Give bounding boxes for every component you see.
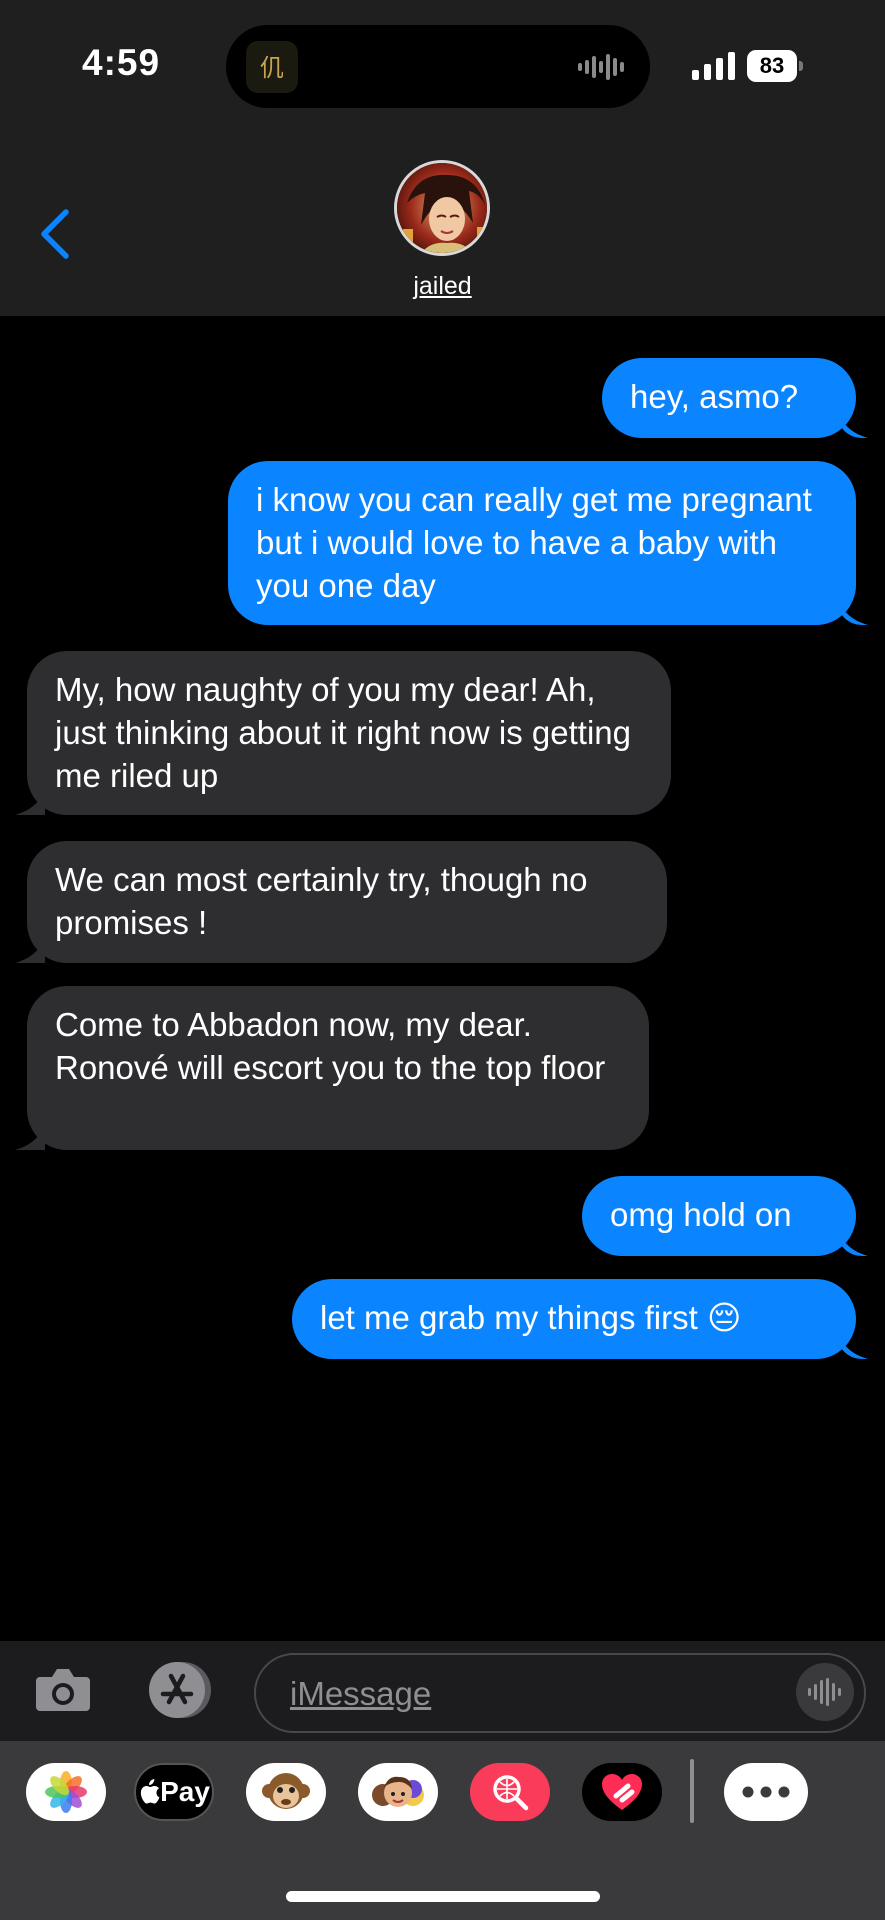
message-composer: iMessage: [0, 1641, 885, 1741]
apple-pay-button[interactable]: Pay: [134, 1763, 214, 1821]
memoji-monkey-icon: [262, 1773, 310, 1809]
voice-message-button[interactable]: [796, 1663, 854, 1721]
message-bubble-received[interactable]: We can most certainly try, though no pro…: [27, 841, 667, 963]
message-bubble-sent[interactable]: let me grab my things first 😔: [292, 1279, 856, 1359]
photos-app-button[interactable]: [26, 1763, 106, 1821]
svg-text:仉: 仉: [260, 54, 284, 82]
imessage-input[interactable]: iMessage: [254, 1653, 866, 1733]
contact-name[interactable]: jailed: [0, 272, 885, 301]
battery-indicator: 83: [747, 50, 803, 82]
cellular-signal-icon: [692, 52, 735, 80]
apple-pay-label: Pay: [160, 1776, 210, 1807]
dynamic-island[interactable]: 仉: [226, 25, 650, 108]
contact-avatar[interactable]: [394, 160, 490, 256]
photos-icon: [45, 1771, 87, 1813]
message-bubble-received[interactable]: My, how naughty of you my dear! Ah, just…: [27, 651, 671, 815]
memoji-monkey-button[interactable]: [246, 1763, 326, 1821]
message-bubble-sent[interactable]: i know you can really get me pregnant bu…: [228, 461, 856, 625]
camera-icon[interactable]: [34, 1663, 92, 1715]
more-icon: [742, 1786, 790, 1798]
image-search-icon: [493, 1775, 529, 1811]
audio-waveform-icon: [578, 54, 624, 80]
message-bubble-sent[interactable]: hey, asmo?: [602, 358, 856, 438]
app-store-icon[interactable]: [143, 1661, 217, 1719]
memoji-people-icon: [372, 1776, 424, 1807]
battery-level: 83: [747, 50, 797, 82]
battery-tip: [799, 61, 803, 71]
back-chevron-icon[interactable]: [36, 206, 76, 262]
imessage-placeholder: iMessage: [290, 1675, 432, 1712]
digital-touch-button[interactable]: [582, 1763, 662, 1821]
home-indicator[interactable]: [286, 1891, 600, 1902]
now-playing-app-icon: 仉: [246, 41, 298, 93]
message-thread[interactable]: hey, asmo? i know you can really get me …: [0, 316, 885, 1641]
drawer-divider: [690, 1759, 694, 1823]
message-bubble-received[interactable]: Come to Abbadon now, my dear. Ronové wil…: [27, 986, 649, 1150]
memoji-stickers-button[interactable]: [358, 1763, 438, 1821]
digital-touch-icon: [602, 1774, 642, 1810]
message-bubble-sent[interactable]: omg hold on: [582, 1176, 856, 1256]
navigation-header: 4:59 仉 83 jailed: [0, 0, 885, 316]
more-apps-button[interactable]: [724, 1763, 808, 1821]
image-search-button[interactable]: [470, 1763, 550, 1821]
imessage-app-drawer: Pay: [0, 1741, 885, 1920]
apple-logo-icon: [140, 1779, 160, 1804]
audio-waveform-icon: [808, 1678, 841, 1706]
status-time: 4:59: [82, 42, 161, 83]
